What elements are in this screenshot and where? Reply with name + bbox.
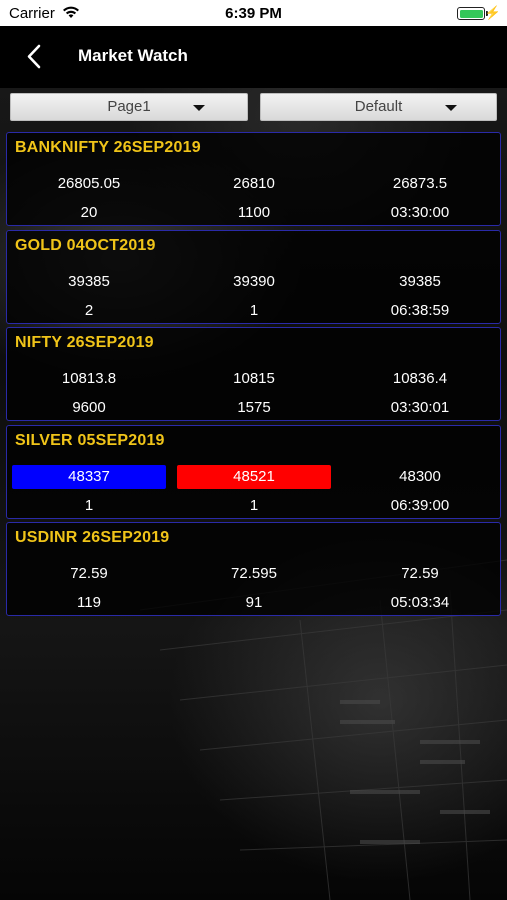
ask-quantity: 1: [249, 496, 259, 514]
bid-price: 26805.05: [57, 175, 121, 192]
bid-quantity: 20: [80, 204, 98, 221]
ask-quantity: 1100: [237, 204, 271, 221]
ask-quantity: 91: [245, 594, 263, 611]
last-price: 48300: [399, 467, 441, 485]
page-title: Market Watch: [78, 46, 188, 65]
symbol-label: GOLD 04OCT2019: [15, 236, 156, 254]
page-dropdown[interactable]: Page1: [10, 93, 248, 121]
bid-price-highlighted: 48337: [12, 464, 166, 489]
ask-quantity: 1575: [237, 399, 271, 416]
quote-card[interactable]: GOLD 04OCT2019 39385 39390 39385 2 1 06:…: [6, 229, 501, 324]
bid-quantity: 2: [84, 301, 94, 319]
ask-price: 72.595: [231, 565, 277, 582]
last-trade-time: 05:03:34: [390, 594, 450, 611]
last-price: 72.59: [401, 565, 439, 582]
quote-card[interactable]: SILVER 05SEP2019 48337 48521 48300 1 1 0…: [6, 424, 501, 519]
battery-icon: [457, 7, 485, 20]
quote-card[interactable]: BANKNIFTY 26SEP2019 26805.05 26810 26873…: [6, 132, 501, 226]
page-dropdown-value: Page1: [107, 98, 151, 115]
ask-price: 26810: [233, 175, 275, 192]
last-trade-time: 03:30:01: [390, 399, 450, 416]
bid-price: 72.59: [70, 565, 108, 582]
symbol-label: SILVER 05SEP2019: [15, 431, 165, 449]
bid-quantity: 1: [84, 496, 94, 514]
ask-quantity: 1: [249, 301, 259, 319]
bid-price: 10813.8: [61, 370, 117, 387]
view-dropdown-value: Default: [354, 98, 403, 115]
ask-price: 10815: [233, 370, 275, 387]
charging-bolt-icon: ⚡: [484, 5, 501, 20]
quote-card[interactable]: USDINR 26SEP2019 72.59 72.595 72.59 119 …: [6, 522, 501, 616]
symbol-label: USDINR 26SEP2019: [15, 529, 170, 546]
ask-price: 39390: [233, 272, 275, 290]
symbol-label: NIFTY 26SEP2019: [15, 334, 154, 351]
caret-down-icon: [193, 105, 205, 111]
last-price: 26873.5: [392, 175, 448, 192]
status-bar: Carrier 6:39 PM ⚡: [0, 0, 507, 26]
symbol-label: BANKNIFTY 26SEP2019: [15, 139, 201, 156]
last-price: 10836.4: [392, 370, 448, 387]
market-watch-list: BANKNIFTY 26SEP2019 26805.05 26810 26873…: [6, 132, 501, 620]
bid-price: 39385: [68, 272, 110, 290]
quote-card[interactable]: NIFTY 26SEP2019 10813.8 10815 10836.4 96…: [6, 327, 501, 421]
view-dropdown[interactable]: Default: [260, 93, 497, 121]
last-trade-time: 03:30:00: [390, 204, 450, 221]
navigation-bar: Market Watch: [0, 26, 507, 88]
last-trade-time: 06:38:59: [390, 301, 450, 319]
bid-quantity: 119: [77, 594, 101, 611]
back-button[interactable]: [24, 42, 46, 72]
bid-quantity: 9600: [72, 399, 106, 416]
clock: 6:39 PM: [225, 5, 282, 22]
chevron-left-icon: [27, 44, 41, 69]
ask-price-highlighted: 48521: [177, 464, 331, 489]
caret-down-icon: [445, 105, 457, 111]
last-trade-time: 06:39:00: [390, 496, 450, 514]
last-price: 39385: [399, 272, 441, 290]
